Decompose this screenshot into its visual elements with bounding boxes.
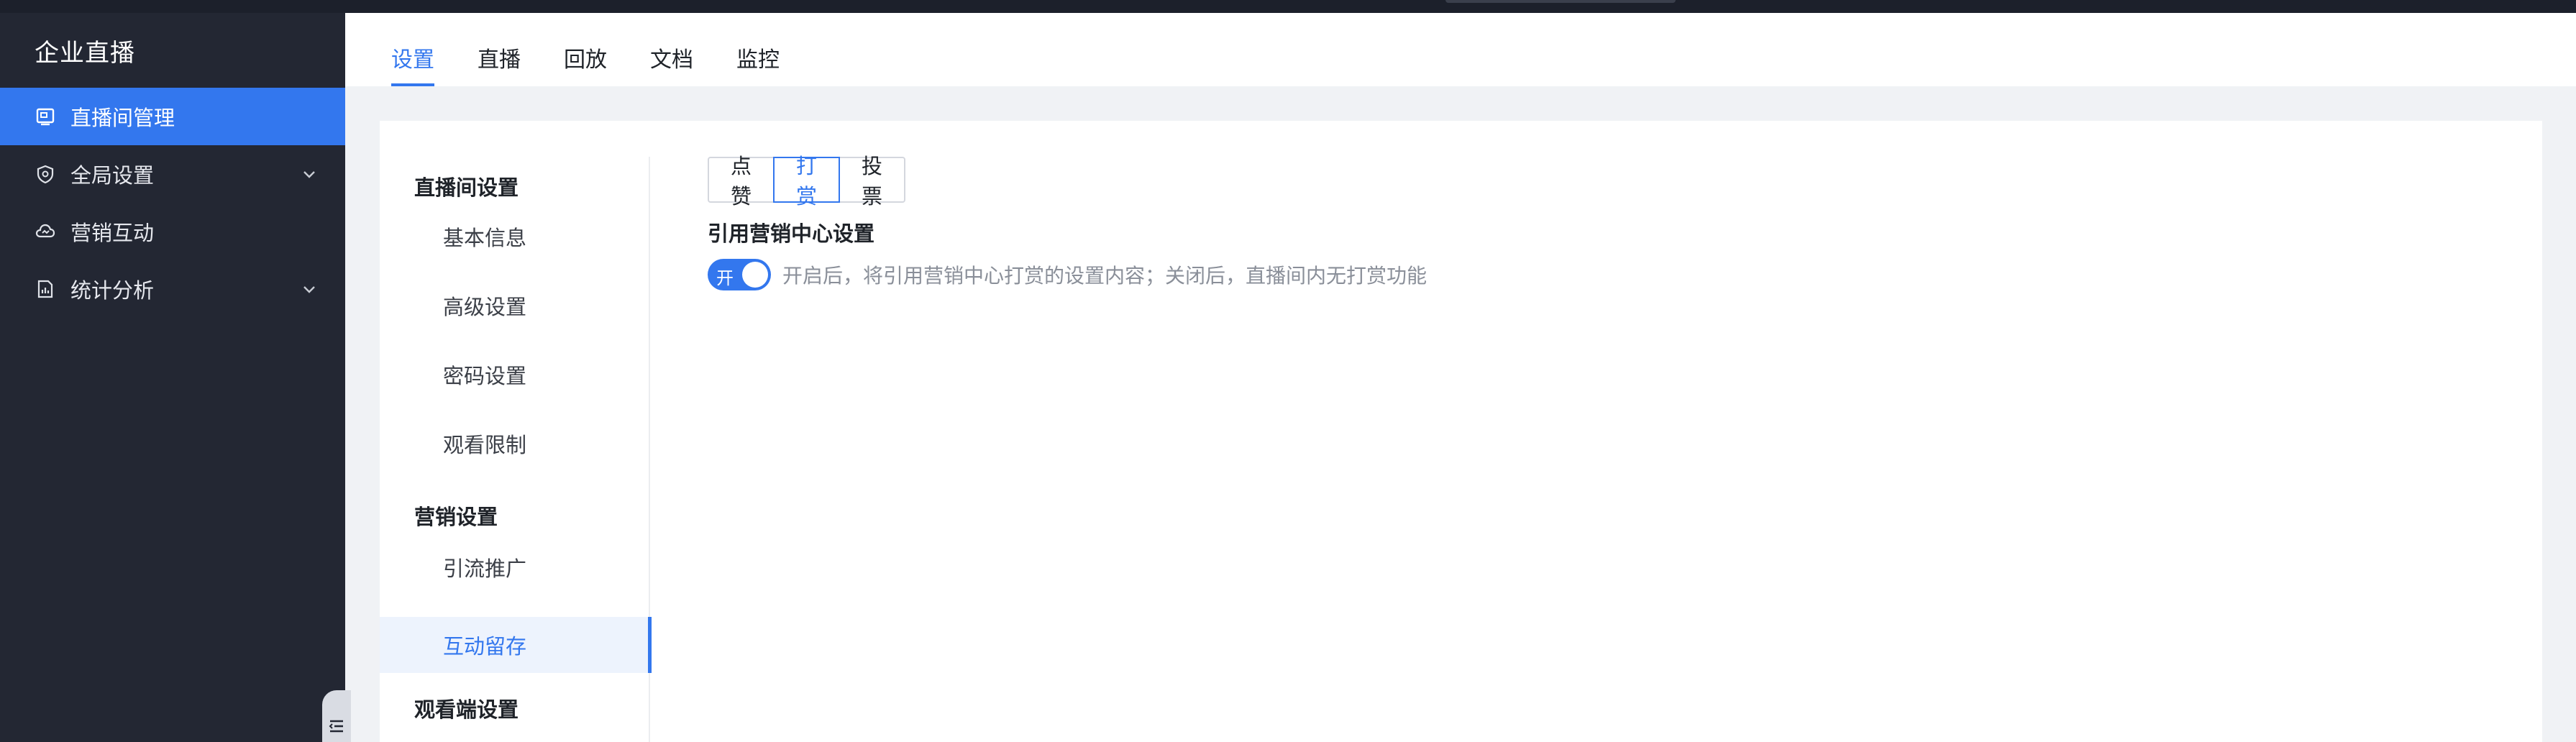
subnav-item-advanced-settings[interactable]: 高级设置 [380,278,650,334]
tab-settings[interactable]: 设置 [391,42,434,86]
live-room-icon [35,106,56,127]
sidebar-item-label: 统计分析 [70,278,155,303]
chevron-down-icon[interactable] [299,279,319,299]
top-tab-bar: 设置 直播 回放 文档 监控 [345,13,2576,86]
shield-icon [35,163,56,185]
subnav-item-basic-info[interactable]: 基本信息 [380,209,650,265]
segment-vote-button[interactable]: 投票 [839,154,906,209]
reference-marketing-toggle[interactable]: 开 [708,259,771,290]
toggle-on-text: 开 [716,268,734,288]
sidebar-item-live-room-management[interactable]: 直播间管理 [0,88,345,145]
sidebar-item-statistics[interactable]: 统计分析 [0,260,345,318]
subnav-item-password-settings[interactable]: 密码设置 [380,347,650,403]
subnav-group-title: 直播间设置 [414,175,519,200]
tab-playback[interactable]: 回放 [564,42,607,86]
cloud-icon [35,221,56,242]
tab-monitoring[interactable]: 监控 [736,42,780,86]
top-strip-handle [1445,0,1676,3]
sidebar-item-label: 营销互动 [70,221,155,245]
chevron-down-icon[interactable] [299,164,319,184]
sidebar-item-marketing-interaction[interactable]: 营销互动 [0,203,345,260]
report-icon [35,278,56,300]
subnav-item-interaction-retention[interactable]: 互动留存 [380,617,652,673]
menu-fold-icon [328,718,345,738]
sidebar-item-label: 直播间管理 [70,106,175,130]
toggle-description: 开启后，将引用营销中心打赏的设置内容；关闭后，直播间内无打赏功能 [782,264,1428,288]
top-strip [0,0,2576,13]
subnav-group-title: 观看端设置 [414,697,519,722]
brand-title: 企业直播 [35,39,135,68]
sidebar-item-label: 全局设置 [70,163,155,188]
sidebar: 企业直播 直播间管理 全局设置 营销互动 统计分析 [0,13,345,742]
toggle-knob [742,262,768,288]
tab-documents[interactable]: 文档 [650,42,693,86]
tab-live[interactable]: 直播 [478,42,521,86]
settings-subnav: 直播间设置 基本信息 高级设置 密码设置 观看限制 营销设置 引流推广 互动留存… [380,157,652,742]
subnav-group-title: 营销设置 [414,505,498,529]
sidebar-item-global-settings[interactable]: 全局设置 [0,145,345,203]
segment-reward-button[interactable]: 打赏 [773,154,841,209]
reference-marketing-toggle-row: 开 开启后，将引用营销中心打赏的设置内容；关闭后，直播间内无打赏功能 [708,259,1427,290]
sidebar-collapse-handle[interactable] [322,690,351,742]
subnav-item-viewing-restrictions[interactable]: 观看限制 [380,416,650,472]
feature-segmented-control: 点赞 打赏 投票 [708,154,906,209]
subnav-item-traffic-promotion[interactable]: 引流推广 [380,539,650,595]
section-title: 引用营销中心设置 [708,221,875,246]
segment-like-button[interactable]: 点赞 [708,154,775,209]
settings-card: 直播间设置 基本信息 高级设置 密码设置 观看限制 营销设置 引流推广 互动留存… [380,121,2542,742]
